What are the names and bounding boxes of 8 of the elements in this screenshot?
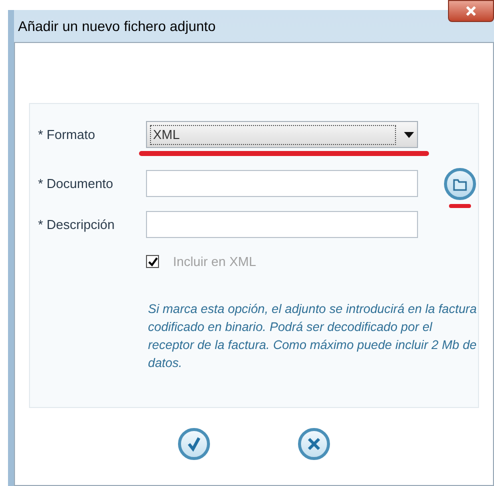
field-label: * Documento [38,174,114,193]
help-text: Si marca esta opción, el adjunto se introducirá en la factura codificado en binario. Podrá ser decodificado por el receptor de la factura. Como máximo puede incluir 2 Mb de datos. [148,300,478,372]
format-dropdown[interactable]: XML [146,121,418,148]
field-label: * Descripción [38,216,116,234]
window-title: Añadir un nuevo fichero adjunto [18,16,216,36]
field-label: * Formato [38,126,96,144]
dropdown-value: XML [150,124,396,144]
checkbox-label: Incluir en XML [173,253,256,271]
